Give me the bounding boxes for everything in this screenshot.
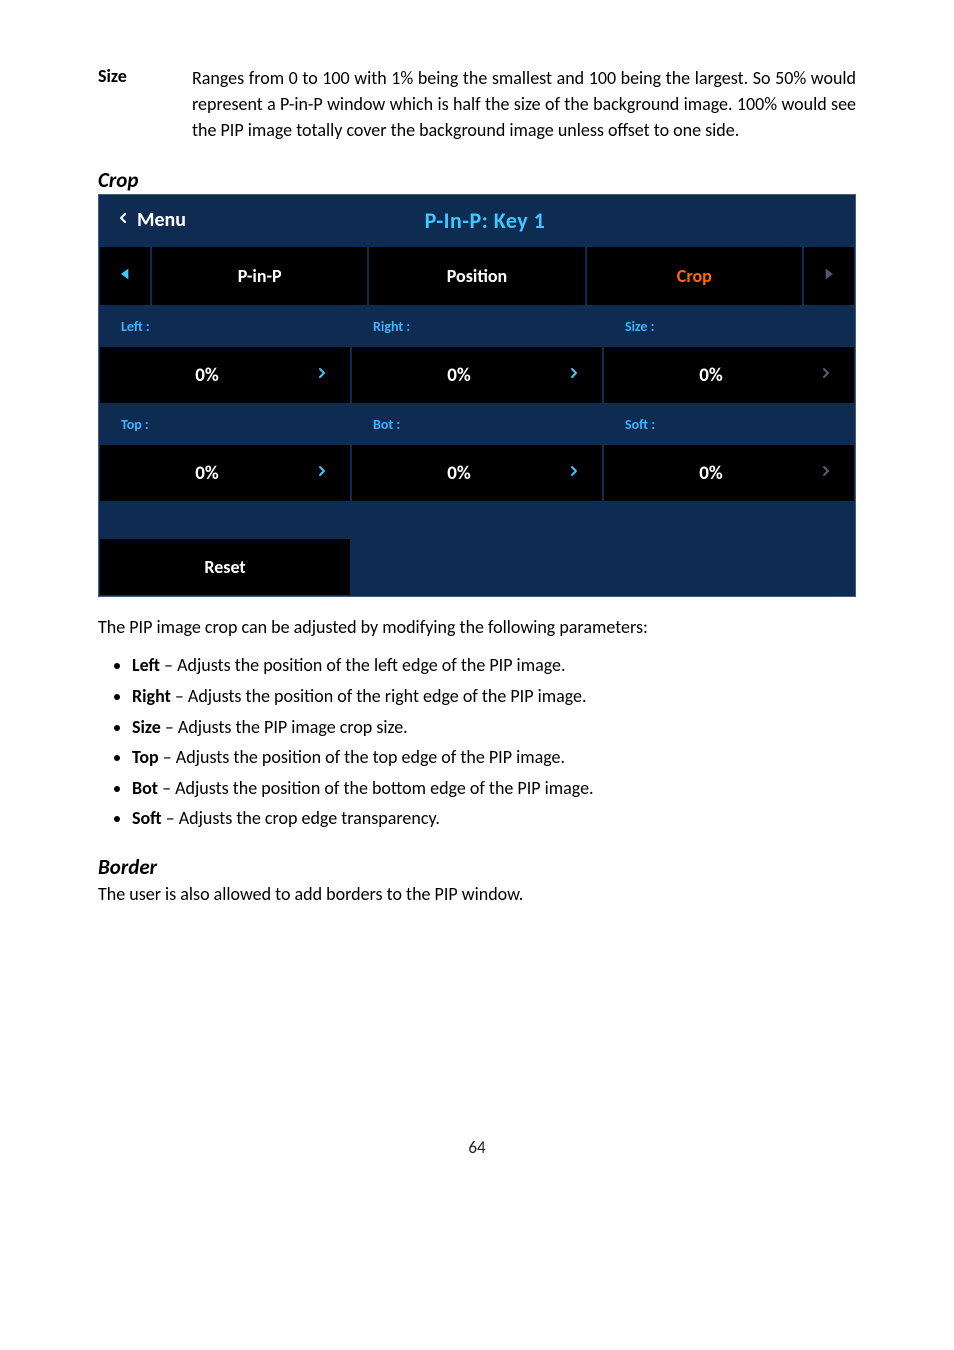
field-label-bot: Bot : — [351, 404, 603, 444]
list-item: Top – Adjusts the position of the top ed… — [132, 742, 856, 773]
chevron-right-icon — [818, 363, 834, 387]
field-label-right: Right : — [351, 306, 603, 346]
list-item: Soft – Adjusts the crop edge transparenc… — [132, 803, 856, 834]
field-left[interactable]: 0% — [99, 346, 351, 404]
def-desc-size: Ranges from 0 to 100 with 1% being the s… — [192, 65, 856, 143]
tab-crop[interactable]: Crop — [586, 246, 803, 306]
field-label-soft: Soft : — [603, 404, 855, 444]
crop-params-list: Left – Adjusts the position of the left … — [132, 650, 856, 834]
field-size[interactable]: 0% — [603, 346, 855, 404]
panel-title: P-In-P: Key 1 — [245, 195, 855, 245]
menu-back-label: Menu — [137, 208, 186, 232]
tab-p-in-p[interactable]: P-in-P — [151, 246, 368, 306]
list-item: Left – Adjusts the position of the left … — [132, 650, 856, 681]
value-soft: 0% — [604, 462, 818, 485]
field-label-top: Top : — [99, 404, 351, 444]
triangle-left-icon — [117, 264, 133, 289]
field-label-left: Left : — [99, 306, 351, 346]
value-top: 0% — [100, 462, 314, 485]
triangle-right-icon — [821, 264, 837, 289]
tabs-next-button[interactable] — [803, 246, 855, 306]
crop-intro-text: The PIP image crop can be adjusted by mo… — [98, 615, 856, 640]
chevron-right-icon — [314, 363, 330, 387]
tabs-prev-button[interactable] — [99, 246, 151, 306]
def-term-size: Size — [98, 65, 192, 87]
pip-crop-panel: Menu P-In-P: Key 1 P-in-P Position Crop … — [98, 194, 856, 597]
section-heading-crop: Crop — [98, 167, 856, 193]
value-bot: 0% — [352, 462, 566, 485]
chevron-right-icon — [566, 363, 582, 387]
field-right[interactable]: 0% — [351, 346, 603, 404]
field-top[interactable]: 0% — [99, 444, 351, 502]
page-number: 64 — [98, 1137, 856, 1158]
value-right: 0% — [352, 364, 566, 387]
section-heading-border: Border — [98, 854, 856, 880]
value-left: 0% — [100, 364, 314, 387]
chevron-right-icon — [314, 461, 330, 485]
reset-button[interactable]: Reset — [99, 538, 351, 596]
menu-back-button[interactable]: Menu — [99, 195, 245, 245]
value-size: 0% — [604, 364, 818, 387]
list-item: Size – Adjusts the PIP image crop size. — [132, 712, 856, 743]
field-label-size: Size : — [603, 306, 855, 346]
chevron-right-icon — [818, 461, 834, 485]
list-item: Bot – Adjusts the position of the bottom… — [132, 773, 856, 804]
list-item: Right – Adjusts the position of the righ… — [132, 681, 856, 712]
chevron-right-icon — [566, 461, 582, 485]
field-soft[interactable]: 0% — [603, 444, 855, 502]
field-bot[interactable]: 0% — [351, 444, 603, 502]
border-text: The user is also allowed to add borders … — [98, 882, 856, 907]
tab-position[interactable]: Position — [368, 246, 585, 306]
chevron-left-icon — [115, 209, 131, 231]
